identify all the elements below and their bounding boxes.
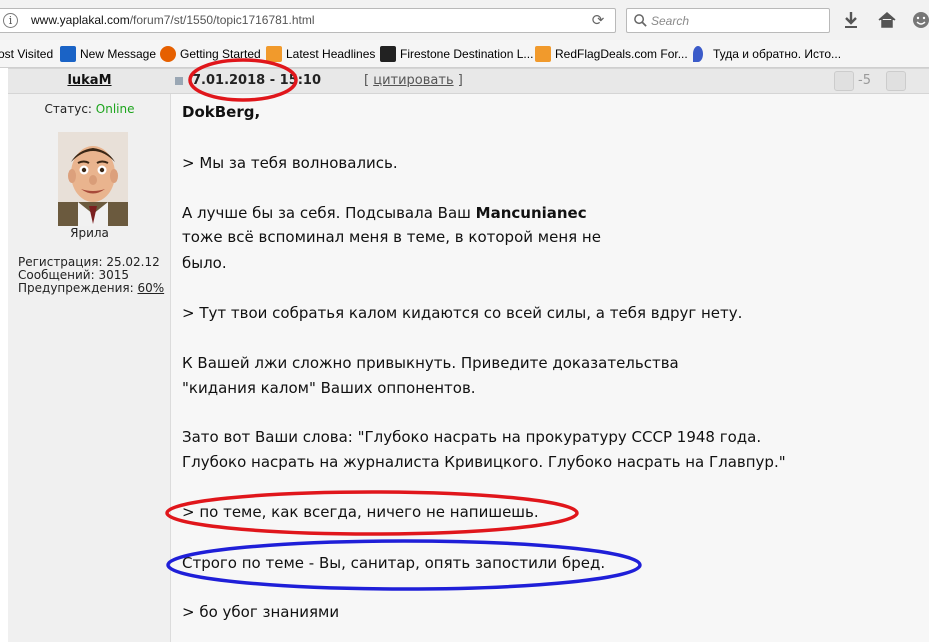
forum-post: lukaM 7.01.2018 - 15:10 [ цитировать ] -…: [8, 68, 929, 642]
pin-icon: [693, 46, 703, 62]
post-addressee: DokBerg,: [182, 103, 261, 121]
outlook-icon: [60, 46, 76, 62]
info-icon[interactable]: i: [3, 13, 18, 28]
url-path: /forum7/st/1550/topic1716781.html: [129, 13, 315, 27]
search-box[interactable]: [626, 8, 830, 33]
firefox-icon: [160, 46, 176, 62]
author-rank: Ярила: [70, 226, 109, 240]
bookmark-tuda-i-obratno[interactable]: Туда и обратно. Исто...: [693, 46, 853, 62]
author-username[interactable]: lukaM: [8, 73, 171, 88]
post-date: 7.01.2018 - 15:10: [192, 73, 322, 88]
bookmark-new-message[interactable]: New Message: [60, 46, 158, 62]
vote-score: -5: [858, 73, 871, 88]
author-panel: Статус: Online Ярила Регистрация: 25.02.…: [8, 94, 171, 642]
address-bar[interactable]: i www.yaplakal.com/forum7/st/1550/topic1…: [0, 8, 616, 33]
reply-line: "кидания калом" Ваших оппонентов.: [182, 379, 476, 397]
bookmark-getting-started[interactable]: Getting Started: [160, 46, 262, 62]
bookmark-label: Getting Started: [180, 47, 261, 61]
quote-link[interactable]: цитировать: [373, 73, 453, 88]
quote-line: > Тут твои собратья калом кидаются со вс…: [182, 304, 743, 322]
reply-line: тоже всё вспоминал меня в теме, в которо…: [182, 228, 601, 246]
bookmark-label: RedFlagDeals.com For...: [555, 47, 688, 61]
vote-down-button[interactable]: [834, 71, 854, 91]
bookmark-label: Latest Headlines: [286, 47, 376, 61]
reply-line: Глубоко насрать на журналиста Кривицкого…: [182, 453, 786, 471]
avatar[interactable]: [58, 132, 128, 226]
bookmarks-toolbar: ost Visited New Message Getting Started …: [0, 40, 929, 68]
warnings: Предупреждения: 60%: [18, 282, 164, 295]
url-text[interactable]: www.yaplakal.com/forum7/st/1550/topic171…: [31, 13, 314, 27]
rss-icon: [535, 46, 551, 62]
reload-icon[interactable]: ⟳: [589, 11, 607, 29]
home-icon[interactable]: [876, 9, 898, 31]
search-icon: [634, 14, 647, 27]
smiley-icon[interactable]: [910, 9, 929, 31]
quote-bracket-close: ]: [453, 73, 463, 88]
bookmark-redflagdeals[interactable]: RedFlagDeals.com For...: [535, 46, 688, 62]
url-host: www.yaplakal.com: [31, 13, 130, 27]
status-label: Статус:: [44, 102, 96, 116]
quote-line: > по теме, как всегда, ничего не напишеш…: [182, 503, 539, 521]
bookmark-label: Туда и обратно. Исто...: [713, 47, 842, 61]
reply-line: А лучше бы за себя. Подсывала Ваш Mancun…: [182, 204, 587, 222]
firestone-icon: [380, 46, 396, 62]
post-body: DokBerg, > Мы за тебя волновались. А луч…: [171, 94, 929, 642]
post-link-icon[interactable]: [174, 76, 184, 86]
status-online: Online: [95, 102, 135, 116]
rss-icon: [266, 46, 282, 62]
quote-bracket-open: [: [364, 73, 374, 88]
search-input[interactable]: [651, 12, 821, 30]
bookmark-latest-headlines[interactable]: Latest Headlines: [266, 46, 376, 62]
author-status: Статус: Online: [8, 102, 171, 116]
quote-line: > Мы за тебя волновались.: [182, 154, 398, 172]
author-stats: Регистрация: 25.02.12 Сообщений: 3015 Пр…: [18, 256, 164, 295]
warnings-value[interactable]: 60%: [137, 281, 164, 295]
reply-line: К Вашей лжи сложно привыкнуть. Приведите…: [182, 354, 679, 372]
browser-navbar: i www.yaplakal.com/forum7/st/1550/topic1…: [0, 0, 929, 40]
bookmark-most-visited[interactable]: ost Visited: [0, 46, 58, 62]
bookmark-label: New Message: [80, 47, 157, 61]
warnings-label: Предупреждения:: [18, 281, 138, 295]
bookmark-label: ost Visited: [0, 47, 54, 61]
reply-line: Строго по теме - Вы, санитар, опять запо…: [182, 554, 606, 572]
reply-line: было.: [182, 254, 227, 272]
quote-line: > бо убог знаниями: [182, 603, 340, 621]
download-icon[interactable]: [840, 9, 862, 31]
post-header: lukaM 7.01.2018 - 15:10 [ цитировать ] -…: [8, 68, 929, 94]
bookmark-firestone[interactable]: Firestone Destination L...: [380, 46, 534, 62]
vote-up-button[interactable]: [886, 71, 906, 91]
reply-line: Зато вот Ваши слова: "Глубоко насрать на…: [182, 428, 762, 446]
bookmark-label: Firestone Destination L...: [400, 47, 534, 61]
quote-control: [ цитировать ]: [364, 73, 463, 88]
